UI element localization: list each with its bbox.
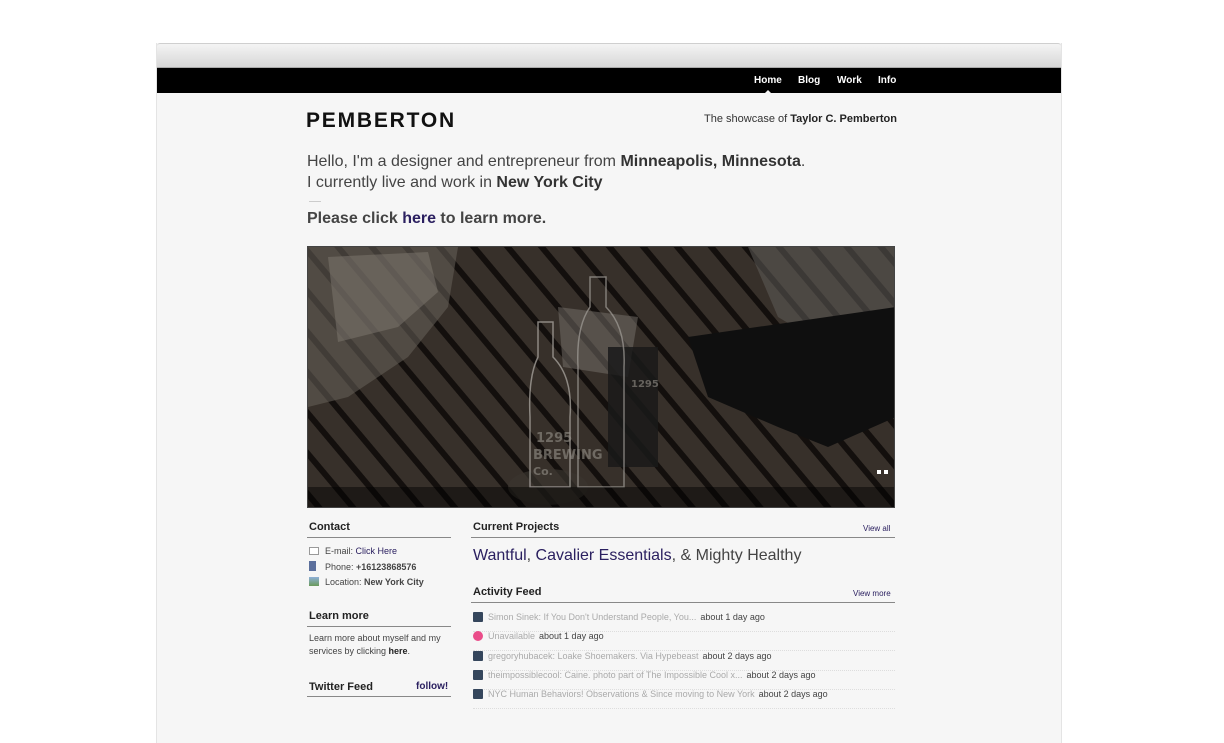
top-nav: Home Blog Work Info xyxy=(157,68,1061,93)
intro-line-2-bold: New York City xyxy=(496,174,603,191)
learn-more-text: Learn more about myself and my services … xyxy=(309,632,453,658)
nav-info[interactable]: Info xyxy=(878,68,896,93)
feed-item-text[interactable]: NYC Human Behaviors! Observations & Sinc… xyxy=(488,689,755,699)
view-all-link[interactable]: View all xyxy=(863,524,890,533)
tagline: The showcase of Taylor C. Pemberton xyxy=(704,113,897,125)
intro-line-2: I currently live and work in New York Ci… xyxy=(307,172,805,193)
feed-item[interactable]: Unavailable about 1 day ago xyxy=(473,631,895,651)
tumblr-icon xyxy=(473,670,483,680)
activity-title: Activity Feed xyxy=(473,586,542,598)
projects-separator-2: , & xyxy=(671,547,696,564)
intro-line-1-text: Hello, I'm a designer and entrepreneur f… xyxy=(307,153,621,170)
hero-caption-bar xyxy=(308,487,894,507)
feed-item-time: about 2 days ago xyxy=(746,670,816,680)
slide-indicators xyxy=(874,461,888,479)
cta-prefix: Please click xyxy=(307,210,403,227)
hero-slideshow[interactable]: 1295 BREWING Co. 1295 xyxy=(307,246,895,508)
feed-item-time: about 1 day ago xyxy=(539,631,604,641)
project-cavalier-link[interactable]: Cavalier Essentials xyxy=(536,547,672,564)
intro-line-1: Hello, I'm a designer and entrepreneur f… xyxy=(307,151,805,172)
feed-item[interactable]: NYC Human Behaviors! Observations & Sinc… xyxy=(473,689,895,709)
tagline-prefix: The showcase of xyxy=(704,113,791,125)
twitter-title: Twitter Feed xyxy=(309,681,373,693)
contact-rule xyxy=(307,537,451,538)
email-link[interactable]: Click Here xyxy=(356,546,398,556)
feed-item-text[interactable]: Simon Sinek: If You Don't Understand Peo… xyxy=(488,612,696,622)
map-icon xyxy=(309,577,319,586)
feed-item[interactable]: gregoryhubacek: Loake Shoemakers. Via Hy… xyxy=(473,651,895,671)
learn-more-here-link[interactable]: here xyxy=(389,646,408,656)
intro-divider xyxy=(309,201,321,202)
tagline-name: Taylor C. Pemberton xyxy=(790,113,897,125)
hero-photo: 1295 BREWING Co. 1295 xyxy=(308,247,894,507)
phone-label: Phone: xyxy=(325,562,357,572)
learn-more-cta: Please click here to learn more. xyxy=(307,210,546,228)
cta-suffix: to learn more. xyxy=(435,210,547,227)
site-logo[interactable]: PEMBERTON xyxy=(306,109,456,133)
intro-line-2-text: I currently live and work in xyxy=(307,174,497,191)
nav-home[interactable]: Home xyxy=(754,68,782,93)
phone-icon xyxy=(309,561,316,571)
feed-item-time: about 1 day ago xyxy=(700,612,765,622)
learn-more-line-2: services by clicking xyxy=(309,646,389,656)
slide-dot[interactable] xyxy=(877,470,881,474)
intro-line-1-end: . xyxy=(800,153,806,170)
feed-item-text[interactable]: Unavailable xyxy=(488,631,535,641)
envelope-icon xyxy=(309,547,319,555)
contact-phone: Phone: +16123868576 xyxy=(309,561,416,572)
browser-toolbar xyxy=(157,43,1061,68)
feed-item-text[interactable]: gregoryhubacek: Loake Shoemakers. Via Hy… xyxy=(488,651,698,661)
browser-frame: Home Blog Work Info PEMBERTON The showca… xyxy=(156,43,1062,743)
project-wantful-link[interactable]: Wantful xyxy=(473,547,527,564)
feed-item[interactable]: Simon Sinek: If You Don't Understand Peo… xyxy=(473,612,895,632)
intro-line-1-bold: Minneapolis, Minnesota xyxy=(620,153,801,170)
projects-rule xyxy=(471,537,895,538)
learn-more-rule xyxy=(307,626,451,627)
feed-item-time: about 2 days ago xyxy=(702,651,772,661)
project-mighty-healthy[interactable]: Mighty Healthy xyxy=(696,547,802,564)
feed-item[interactable]: theimpossiblecool: Caine. photo part of … xyxy=(473,670,895,690)
contact-email: E-mail: Click Here xyxy=(309,546,397,556)
feed-item-text[interactable]: theimpossiblecool: Caine. photo part of … xyxy=(488,670,742,680)
contact-location: Location: New York City xyxy=(309,577,424,587)
email-label: E-mail: xyxy=(325,546,356,556)
view-more-link[interactable]: View more xyxy=(853,589,891,598)
learn-more-end: . xyxy=(407,646,411,656)
twitter-follow-link[interactable]: follow! xyxy=(416,681,448,692)
contact-title: Contact xyxy=(309,521,350,533)
projects-separator-1: , xyxy=(526,547,536,564)
tumblr-icon xyxy=(473,689,483,699)
projects-title: Current Projects xyxy=(473,521,560,533)
activity-rule xyxy=(471,602,895,603)
intro-text: Hello, I'm a designer and entrepreneur f… xyxy=(307,151,805,193)
location-value: New York City xyxy=(364,577,424,587)
phone-value: +16123868576 xyxy=(356,562,417,572)
slide-dot[interactable] xyxy=(884,470,888,474)
learn-more-title: Learn more xyxy=(309,610,369,622)
learn-more-line-1: Learn more about myself and my xyxy=(309,633,441,643)
tumblr-icon xyxy=(473,612,483,622)
projects-list: Wantful, Cavalier Essentials, & Mighty H… xyxy=(473,547,801,565)
nav-work[interactable]: Work xyxy=(837,68,862,93)
dribbble-icon xyxy=(473,631,483,641)
location-label: Location: xyxy=(325,577,365,587)
tumblr-icon xyxy=(473,651,483,661)
nav-blog[interactable]: Blog xyxy=(798,68,820,93)
cta-here-link[interactable]: here xyxy=(402,210,436,227)
feed-item-time: about 2 days ago xyxy=(758,689,828,699)
